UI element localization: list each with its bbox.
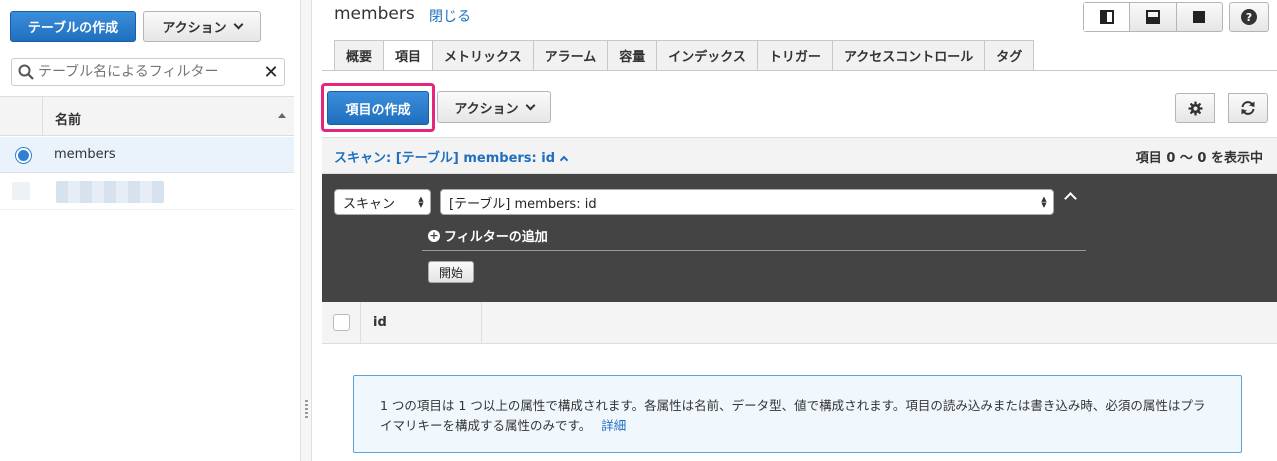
full-panel-icon <box>1193 11 1206 23</box>
table-title: members <box>334 4 415 24</box>
table-name[interactable]: members <box>54 147 116 162</box>
scan-target-select[interactable]: [テーブル] members: id ▲ ▼ <box>440 189 1054 215</box>
tab-capacity[interactable]: 容量 <box>608 40 658 71</box>
close-link[interactable]: 閉じる <box>429 6 471 26</box>
tab-tags[interactable]: タグ <box>985 40 1035 71</box>
tab-metrics[interactable]: メトリックス <box>433 40 534 71</box>
splitter-grip-icon[interactable] <box>305 400 308 418</box>
split-vertical-icon <box>1099 10 1114 24</box>
table-list-header: 名前 <box>0 96 294 136</box>
pane-splitter[interactable] <box>300 0 312 461</box>
chevron-up-icon <box>559 155 569 165</box>
divider <box>422 250 1086 251</box>
results-header: id <box>322 302 1277 344</box>
redacted-radio <box>12 182 30 200</box>
table-row-redacted[interactable] <box>0 174 294 210</box>
create-table-button[interactable]: テーブルの作成 <box>10 11 136 42</box>
table-filter-box[interactable]: ✕ <box>11 58 285 86</box>
scan-target-value: [テーブル] members: id <box>449 196 597 212</box>
help-icon: ? <box>1241 9 1257 25</box>
select-updown-icon: ▲ ▼ <box>418 195 424 209</box>
select-updown-icon: ▲ ▼ <box>1041 195 1047 209</box>
layout-split-vertical-button[interactable] <box>1084 3 1131 31</box>
scan-summary-text: スキャン: [テーブル] members: id <box>334 151 556 166</box>
tab-overview[interactable]: 概要 <box>334 40 385 71</box>
scan-toggle-link[interactable]: スキャン: [テーブル] members: id <box>334 147 569 166</box>
info-text: 1 つの項目は 1 つ以上の属性で構成されます。各属性は名前、データ型、値で構成… <box>380 398 1206 433</box>
table-tabs: 概要 項目 メトリックス アラーム 容量 インデックス トリガー アクセスコント… <box>334 40 1035 71</box>
scan-mode-select[interactable]: スキャン ▲ ▼ <box>334 189 431 215</box>
table-actions-button[interactable]: アクション <box>143 11 261 42</box>
start-button[interactable]: 開始 <box>428 261 474 283</box>
start-label: 開始 <box>438 265 463 280</box>
tab-alarms[interactable]: アラーム <box>533 40 609 71</box>
scan-summary-bar: スキャン: [テーブル] members: id 項目 0 〜 0 を表示中 <box>322 137 1277 174</box>
tab-underline <box>322 70 1277 71</box>
create-item-button[interactable]: 項目の作成 <box>327 91 429 125</box>
plus-circle-icon: + <box>428 229 440 242</box>
add-filter-link[interactable]: + フィルターの追加 <box>428 226 548 245</box>
info-message: 1 つの項目は 1 つ以上の属性で構成されます。各属性は名前、データ型、値で構成… <box>353 375 1242 453</box>
table-radio-selected[interactable] <box>16 148 31 163</box>
learn-more-link[interactable]: 詳細 <box>601 418 626 433</box>
split-horizontal-icon <box>1145 10 1160 24</box>
item-actions-label: アクション <box>454 101 519 117</box>
column-name-header[interactable]: 名前 <box>55 109 81 128</box>
layout-full-button[interactable] <box>1177 3 1222 31</box>
column-divider <box>360 302 361 343</box>
collapse-panel-icon[interactable] <box>1064 192 1077 205</box>
table-list-pane: テーブルの作成 アクション ✕ 名前 members <box>0 0 300 461</box>
add-filter-label: フィルターの追加 <box>444 230 548 245</box>
refresh-icon <box>1241 101 1255 115</box>
create-table-label: テーブルの作成 <box>27 21 119 36</box>
table-filter-input[interactable] <box>38 64 258 80</box>
clear-filter-icon[interactable]: ✕ <box>258 62 284 83</box>
item-count: 項目 0 〜 0 を表示中 <box>1135 151 1263 166</box>
select-all-checkbox[interactable] <box>333 314 350 331</box>
layout-toggle-group <box>1083 2 1223 32</box>
scan-panel: スキャン ▲ ▼ [テーブル] members: id ▲ ▼ + フィルターの追加… <box>322 174 1277 302</box>
tab-access-control[interactable]: アクセスコントロール <box>832 40 986 71</box>
item-actions-button[interactable]: アクション <box>437 91 551 123</box>
table-actions-label: アクション <box>162 21 227 36</box>
refresh-button[interactable] <box>1228 93 1268 123</box>
layout-split-horizontal-button[interactable] <box>1130 3 1177 31</box>
column-header-id[interactable]: id <box>373 315 387 330</box>
help-button[interactable]: ? <box>1229 2 1269 32</box>
column-divider <box>42 97 43 135</box>
settings-button[interactable] <box>1175 93 1215 123</box>
scan-mode-value: スキャン <box>343 196 396 212</box>
column-divider <box>481 302 482 343</box>
chevron-down-icon <box>233 19 244 30</box>
table-row[interactable]: members <box>0 137 294 173</box>
create-item-label: 項目の作成 <box>345 102 411 118</box>
redacted-table-name <box>56 181 164 203</box>
search-icon <box>18 64 34 80</box>
tab-triggers[interactable]: トリガー <box>757 40 833 71</box>
chevron-down-icon <box>525 100 536 110</box>
tab-indexes[interactable]: インデックス <box>657 40 758 71</box>
tab-items[interactable]: 項目 <box>384 40 434 71</box>
sort-ascending-icon[interactable] <box>278 113 286 118</box>
gear-icon <box>1187 100 1203 116</box>
